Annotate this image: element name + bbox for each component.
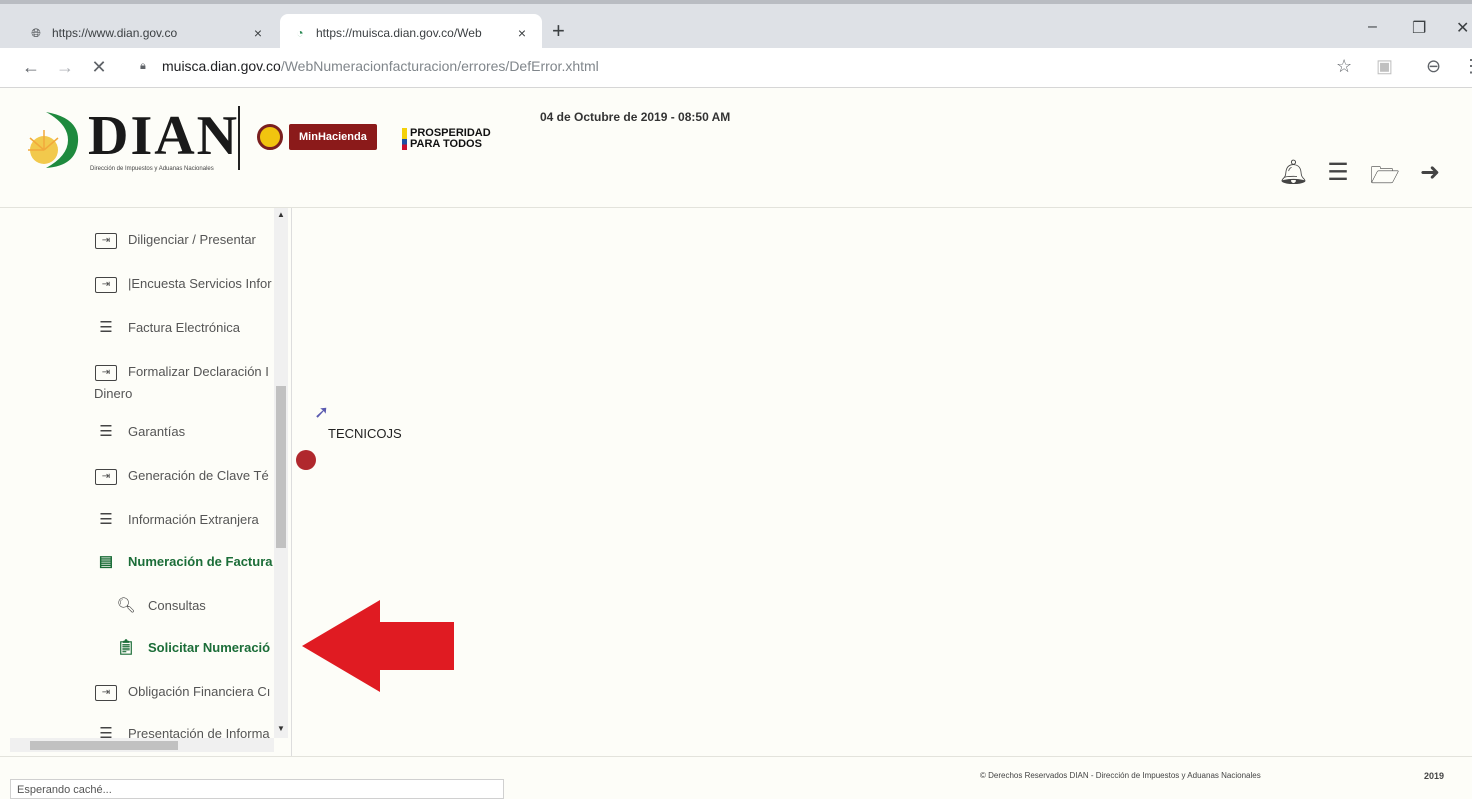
clipboard-icon: 📋︎ <box>116 639 136 656</box>
tab-title: https://muisca.dian.gov.co/Web <box>316 26 482 40</box>
forward-button[interactable]: → <box>48 57 82 78</box>
sidebar-item-label: Solicitar Numeració <box>148 639 271 655</box>
dian-subtitle: Dirección de Impuestos y Aduanas Naciona… <box>90 166 214 172</box>
sidebar-item-factura-electronica[interactable]: ☰ Factura Electrónica <box>94 318 240 336</box>
checklist-icon[interactable]: ☰ <box>1324 158 1352 199</box>
browser-status-bar: Esperando caché... <box>10 779 504 799</box>
dian-favicon-icon: ◔ <box>296 26 304 40</box>
sidebar-menu: ⇥ Diligenciar / Presentar ⇥ |Encuesta Se… <box>10 208 292 756</box>
bell-icon[interactable]: 🔔︎ <box>1278 158 1308 199</box>
globe-icon: 🌐︎ <box>31 25 41 40</box>
colombia-flag-icon <box>402 128 407 150</box>
footer-copyright: © Derechos Reservados DIAN - Dirección d… <box>980 771 1261 780</box>
profile-icon[interactable]: ⊖ <box>1426 56 1441 77</box>
folder-open-icon[interactable]: 🗁 <box>1370 158 1400 199</box>
enter-box-icon: ⇥ <box>94 230 118 249</box>
sidebar-item-label: Formalizar Declaración I <box>128 364 269 379</box>
user-label: TECNICOJS <box>328 426 402 441</box>
menu-lines-icon: ☰ <box>99 319 113 336</box>
document-list-icon: ▤ <box>98 553 114 570</box>
page-footer: © Derechos Reservados DIAN - Dirección d… <box>0 756 1472 799</box>
tab-close-icon[interactable]: × <box>250 25 266 41</box>
stop-button[interactable]: ✕ <box>82 57 116 78</box>
tab-title: https://www.dian.gov.co <box>52 26 178 40</box>
sidebar-subitem-consultas[interactable]: 🔍︎ Consultas <box>114 596 206 614</box>
minimize-button[interactable]: – <box>1368 18 1377 36</box>
sidebar-item-label: |Encuesta Servicios Infor <box>128 276 272 291</box>
sidebar-item-garantias[interactable]: ☰ Garantías <box>94 422 185 440</box>
browser-toolbar: ← → ✕ 🔒︎ muisca.dian.gov.co /WebNumeraci… <box>0 48 1472 88</box>
menu-lines-icon: ☰ <box>99 423 113 440</box>
header-date: 04 de Octubre de 2019 - 08:50 AM <box>540 110 731 124</box>
scroll-up-icon[interactable]: ▲ <box>276 210 286 219</box>
enter-box-icon: ⇥ <box>94 274 118 293</box>
sidebar-item-formalizar[interactable]: ⇥ Formalizar Declaración I <box>94 362 269 381</box>
logout-icon[interactable]: ➜ <box>1416 158 1444 199</box>
prosperidad-logo: PROSPERIDAD PARA TODOS <box>402 128 491 150</box>
new-tab-button[interactable]: + <box>552 18 565 44</box>
sidebar-subitem-solicitar-numeracion[interactable]: 📋︎ Solicitar Numeració <box>114 638 270 656</box>
browser-tab-dian[interactable]: 🌐︎ https://www.dian.gov.co × <box>16 14 278 52</box>
url-path: /WebNumeracionfacturacion/errores/DefErr… <box>280 58 599 74</box>
back-button[interactable]: ← <box>14 57 48 78</box>
sidebar-item-label: Obligación Financiera Cı <box>128 684 271 699</box>
tab-close-icon[interactable]: × <box>514 25 530 41</box>
maximize-button[interactable]: ❐ <box>1412 18 1426 38</box>
sidebar-item-label: Factura Electrónica <box>128 319 240 335</box>
enter-box-icon: ⇥ <box>94 682 118 701</box>
close-window-button[interactable]: ✕ <box>1456 18 1469 38</box>
sidebar-item-label: Generación de Clave Té <box>128 468 269 483</box>
menu-lines-icon: ☰ <box>99 511 113 528</box>
minhacienda-logo: MinHacienda <box>257 124 377 150</box>
dian-emblem-icon <box>28 112 79 168</box>
site-header: DIAN Dirección de Impuestos y Aduanas Na… <box>0 88 1472 208</box>
enter-box-icon: ⇥ <box>94 466 118 485</box>
dian-logo[interactable]: DIAN Dirección de Impuestos y Aduanas Na… <box>28 104 237 174</box>
sidebar-item-generacion-clave[interactable]: ⇥ Generación de Clave Té <box>94 466 269 485</box>
prosperidad-line2: PARA TODOS <box>410 138 482 150</box>
browser-tab-muisca[interactable]: ◔ https://muisca.dian.gov.co/Web × <box>280 14 542 52</box>
sidebar-item-numeracion-factura[interactable]: ▤ Numeración de Factura <box>94 552 273 570</box>
colombia-seal-icon <box>257 124 283 150</box>
sidebar-item-label: Información Extranjera <box>128 511 259 527</box>
extension-icon[interactable]: ▣ <box>1376 56 1393 77</box>
main-content: ➚ TECNICOJS <box>296 208 1472 756</box>
sidebar-item-diligenciar[interactable]: ⇥ Diligenciar / Presentar <box>94 230 256 249</box>
sidebar-horizontal-scrollbar[interactable] <box>10 738 274 752</box>
sidebar-item-obligacion-financiera[interactable]: ⇥ Obligación Financiera Cı <box>94 682 270 701</box>
bookmark-star-icon[interactable]: ☆ <box>1336 56 1352 77</box>
sidebar-item-label: Consultas <box>148 597 206 613</box>
sidebar-vertical-scrollbar[interactable]: ▲ ▼ <box>274 208 288 738</box>
sidebar-item-label: Numeración de Factura <box>128 553 273 569</box>
browser-menu-icon[interactable]: ⋮ <box>1462 56 1472 77</box>
sidebar-item-continuation: Dinero <box>94 386 133 401</box>
sidebar-item-label: Diligenciar / Presentar <box>128 232 256 247</box>
browser-tab-strip: 🌐︎ https://www.dian.gov.co × ◔ https://m… <box>0 0 1472 52</box>
dian-wordmark: DIAN <box>88 105 240 167</box>
scrollbar-thumb[interactable] <box>30 741 178 750</box>
sidebar-item-encuesta[interactable]: ⇥ |Encuesta Servicios Infor <box>94 274 272 293</box>
lock-icon: 🔒︎ <box>140 59 146 72</box>
logo-divider <box>238 106 240 170</box>
enter-box-icon: ⇥ <box>94 362 118 381</box>
sidebar-item-informacion-extranjera[interactable]: ☰ Información Extranjera <box>94 510 259 528</box>
minhacienda-badge: MinHacienda <box>289 124 377 150</box>
scrollbar-thumb[interactable] <box>276 386 286 548</box>
red-arrow-icon <box>302 600 454 692</box>
header-icon-bar: 🔔︎ ☰ 🗁 ➜ <box>1278 158 1444 199</box>
url-host: muisca.dian.gov.co <box>162 58 281 74</box>
scroll-down-icon[interactable]: ▼ <box>276 724 286 733</box>
mouse-cursor-icon: ➚ <box>314 402 330 422</box>
sidebar-item-label: Garantías <box>128 423 186 439</box>
footer-year: 2019 <box>1424 771 1445 781</box>
address-bar[interactable]: 🔒︎ muisca.dian.gov.co /WebNumeracionfact… <box>140 58 599 74</box>
pin-marker-icon <box>296 450 316 470</box>
search-icon: 🔍︎ <box>116 597 136 614</box>
